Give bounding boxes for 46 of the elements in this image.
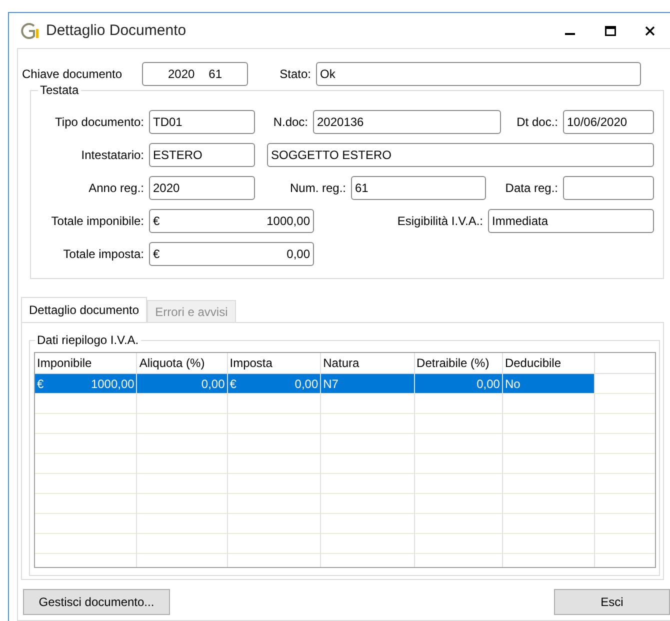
group-title: Testata <box>38 83 81 97</box>
table-cell: € 0,00 <box>228 374 322 394</box>
field-label: Num. reg.: <box>288 180 347 194</box>
field-label: Chiave documento <box>22 67 124 81</box>
app-logo-icon <box>19 22 41 40</box>
field-label: Totale imponibile: <box>50 214 145 228</box>
text-field[interactable]: 61 <box>351 176 486 200</box>
column-header[interactable]: Detraibile (%) <box>414 353 503 373</box>
exit-button[interactable]: Esci <box>554 589 670 615</box>
text-field[interactable]: 10/06/2020 <box>563 110 654 134</box>
text-field[interactable]: Immediata <box>488 208 654 232</box>
field-label: Intestatario: <box>80 148 145 162</box>
group-title: Dati riepilogo I.V.A. <box>35 333 141 347</box>
field-label: Anno reg.: <box>88 180 145 194</box>
text-field[interactable]: 2020136 <box>313 110 501 134</box>
status-field[interactable]: Ok <box>316 62 641 86</box>
table-cell: No <box>502 374 596 394</box>
field-label: N.doc: <box>272 114 309 128</box>
amount-field[interactable]: € 1000,00 <box>149 208 314 232</box>
field-label: Stato: <box>278 67 312 81</box>
amount-field[interactable]: € 0,00 <box>149 242 314 266</box>
document-key-field[interactable]: 2020 61 <box>142 62 248 86</box>
maximize-icon[interactable] <box>604 26 616 36</box>
column-header[interactable]: Imponibile <box>35 353 138 373</box>
field-label: Data reg.: <box>504 180 559 194</box>
column-header[interactable]: Deducibile <box>502 353 596 373</box>
table-cell: 0,00 <box>414 374 503 394</box>
field-label: Esigibilità I.V.A.: <box>396 214 484 228</box>
table-cell: 0,00 <box>137 374 228 394</box>
window-title: Dettaglio Documento <box>46 22 188 39</box>
text-field[interactable]: SOGGETTO ESTERO <box>267 142 654 166</box>
text-field[interactable]: 2020 <box>149 176 255 200</box>
tab[interactable]: Dettaglio documento <box>21 297 148 322</box>
table-cell: N7 <box>321 374 415 394</box>
text-field[interactable] <box>563 176 654 200</box>
text-field[interactable]: TD01 <box>149 110 255 134</box>
field-label: Dt doc.: <box>516 114 559 128</box>
manage-document-button[interactable]: Gestisci documento... <box>23 589 170 615</box>
field-label: Totale imposta: <box>62 246 145 260</box>
text-field[interactable]: ESTERO <box>149 142 255 166</box>
column-header[interactable]: Imposta <box>228 353 322 373</box>
field-label: Tipo documento: <box>54 114 145 128</box>
column-header[interactable]: Natura <box>321 353 415 373</box>
table-cell: € 1000,00 <box>35 374 138 394</box>
close-icon[interactable] <box>645 26 655 36</box>
column-header[interactable]: Aliquota (%) <box>137 353 228 373</box>
